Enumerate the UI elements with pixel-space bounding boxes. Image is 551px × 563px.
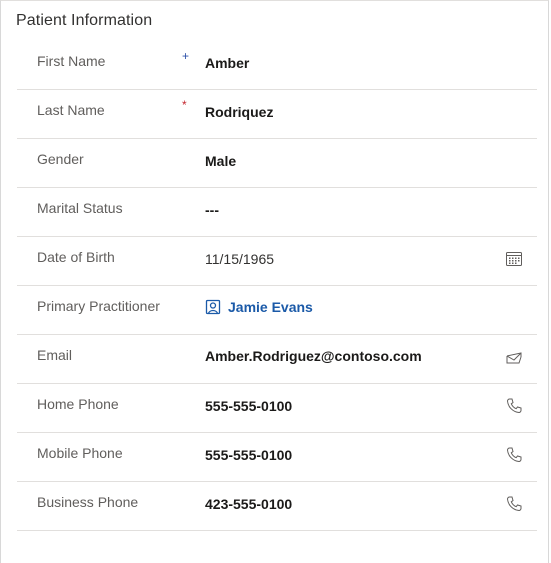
field-row-mobile-phone: Mobile Phone 555-555-0100 [17,433,537,482]
marital-status-select[interactable]: --- [205,202,219,218]
field-label-marital-status: Marital Status [37,200,123,216]
patient-information-card: Patient Information First Name + Amber L… [0,0,549,563]
email-icon[interactable] [505,348,523,366]
field-label-mobile-phone: Mobile Phone [37,445,123,461]
first-name-field[interactable]: Amber [205,55,249,71]
last-name-field[interactable]: Rodriquez [205,104,273,120]
section-title: Patient Information [16,12,153,29]
home-phone-field[interactable]: 555-555-0100 [205,398,292,414]
mobile-phone-field[interactable]: 555-555-0100 [205,447,292,463]
field-row-primary-practitioner: Primary Practitioner Jamie Evans [17,286,537,335]
field-row-first-name: First Name + Amber [17,41,537,90]
field-row-marital-status: Marital Status --- [17,188,537,237]
field-row-date-of-birth: Date of Birth 11/15/1965 [17,237,537,286]
required-indicator: * [182,98,187,112]
phone-icon[interactable] [505,397,523,415]
recommended-indicator: + [182,49,190,63]
field-row-business-phone: Business Phone 423-555-0100 [17,482,537,531]
business-phone-field[interactable]: 423-555-0100 [205,496,292,512]
field-row-home-phone: Home Phone 555-555-0100 [17,384,537,433]
field-row-gender: Gender Male [17,139,537,188]
field-row-email: Email Amber.Rodriguez@contoso.com [17,335,537,384]
calendar-icon[interactable] [505,250,523,268]
field-label-home-phone: Home Phone [37,396,119,412]
gender-select[interactable]: Male [205,153,236,169]
field-label-gender: Gender [37,151,84,167]
field-label-primary-practitioner: Primary Practitioner [37,298,160,314]
field-label-date-of-birth: Date of Birth [37,249,115,265]
field-label-email: Email [37,347,73,363]
phone-icon[interactable] [505,446,523,464]
field-list: First Name + Amber Last Name * Rodriquez… [17,41,537,531]
field-label-first-name: First Name [37,53,106,69]
field-label-last-name: Last Name [37,102,105,118]
practitioner-name: Jamie Evans [228,299,313,315]
email-field[interactable]: Amber.Rodriguez@contoso.com [205,348,422,364]
contact-card-icon [205,299,221,315]
phone-icon[interactable] [505,495,523,513]
primary-practitioner-link[interactable]: Jamie Evans [205,299,313,315]
field-label-business-phone: Business Phone [37,494,139,510]
date-of-birth-field[interactable]: 11/15/1965 [205,251,274,267]
field-row-last-name: Last Name * Rodriquez [17,90,537,139]
